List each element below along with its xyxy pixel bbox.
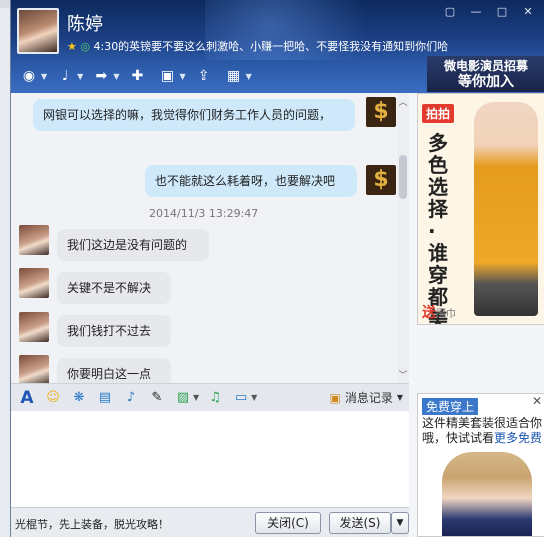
close-button[interactable]: 关闭(C) — [255, 512, 321, 534]
input-toolbar: A ☺ ❋ ▤ ♪ ✎ ▨ ▼ ♫ ▭ ▼ ▣ 消息记录 ▼ — [11, 383, 409, 411]
emoji-icon[interactable]: ☺ — [43, 388, 63, 408]
magic-emoji-icon[interactable]: ❋ — [69, 388, 89, 408]
close-icon[interactable]: ✕ — [532, 394, 542, 408]
contact-message-avatar[interactable] — [19, 225, 49, 255]
apps-icon[interactable]: ▦ — [222, 65, 246, 87]
chevron-down-icon: ▼ — [396, 393, 403, 402]
ad-footer: 送围巾 — [422, 302, 456, 322]
maximize-button[interactable]: □ — [491, 4, 513, 20]
message-text: 关键不是不解决 — [67, 281, 152, 295]
message-bubble: 关键不是不解决 — [57, 272, 171, 304]
send-file-icon[interactable]: ➡ — [89, 65, 113, 87]
chevron-down-icon[interactable]: ▼ — [179, 72, 185, 81]
online-status-icon: ◎ — [80, 40, 90, 53]
ad-brand-tag: 拍拍 — [422, 104, 455, 123]
message-bubble: 我们钱打不过去 — [57, 315, 171, 347]
ad-banner-line2: 等你加入 — [458, 74, 514, 90]
create-group-icon[interactable]: ✚ — [125, 65, 149, 87]
message-bubble: 网银可以选择的嘛，我觉得你们财务工作人员的问题， — [33, 99, 355, 131]
contact-name[interactable]: 陈婷 — [67, 10, 103, 36]
video-icon[interactable]: ▤ — [95, 388, 115, 408]
window-controls: ▢ — □ ✕ — [439, 4, 539, 20]
chat-header: 陈婷 ★ ◎ 4:30的英镑要不要这么刺激哈、小赚一把哈、不要怪我没有通知到你们… — [11, 0, 544, 93]
message-timestamp: 2014/11/3 13:29:47 — [149, 207, 259, 220]
ad2-model-image — [442, 452, 532, 536]
message-bubble: 也不能就这么耗着呀，也要解决吧 — [145, 165, 357, 197]
chat-history: 网银可以选择的嘛，我觉得你们财务工作人员的问题， $ 也不能就这么耗着呀，也要解… — [11, 93, 409, 383]
contact-message-avatar[interactable] — [19, 268, 49, 298]
screenshot-icon[interactable]: ▭ — [231, 388, 251, 408]
message-text: 你要明白这一点 — [67, 367, 152, 381]
chat-toolbar: ◉ ▼ ♩ ▼ ➡ ▼ ✚ ▣ ▼ ⇪ ▦ ▼ — [11, 62, 431, 90]
image-icon[interactable]: ▨ — [173, 388, 193, 408]
ad-footer-text: 送 — [422, 305, 436, 321]
voice-call-icon[interactable]: ♩ — [53, 65, 77, 87]
chat-scrollbar[interactable]: ︿ ﹀ — [397, 93, 409, 383]
ad-model-image — [474, 102, 538, 316]
background-window-edge — [0, 8, 10, 537]
contact-message-avatar[interactable] — [19, 355, 49, 383]
message-text: 我们这边是没有问题的 — [67, 238, 188, 252]
side-ad-panel-2[interactable]: 免费穿上 ✕ 这件精美套装很适合你哦，快试试看更多免费 — [417, 393, 544, 537]
chevron-down-icon[interactable]: ▼ — [41, 72, 47, 81]
message-input[interactable] — [11, 411, 409, 507]
music-icon[interactable]: ♫ — [205, 388, 225, 408]
minimize-button[interactable]: — — [465, 4, 487, 20]
ad-banner-line1: 微电影演员招募 — [443, 59, 528, 73]
promo-link[interactable]: 光棍节，先上装备，脱光攻略！ — [15, 516, 169, 532]
header-ad-banner[interactable]: 微电影演员招募 等你加入 — [427, 56, 544, 92]
contact-avatar[interactable] — [17, 8, 59, 54]
chevron-down-icon[interactable]: ▼ — [246, 72, 252, 81]
video-call-icon[interactable]: ◉ — [17, 65, 41, 87]
chevron-down-icon[interactable]: ▼ — [113, 72, 119, 81]
font-icon[interactable]: A — [17, 388, 37, 408]
my-avatar[interactable]: $ — [366, 97, 396, 127]
message-text: 我们钱打不过去 — [67, 324, 152, 338]
status-text: 4:30的英镑要不要这么刺激哈、小赚一把哈、不要怪我没有通知到你们哈 — [93, 40, 449, 53]
ad-footer-small: 围巾 — [436, 309, 456, 320]
contact-message-avatar[interactable] — [19, 312, 49, 342]
bottom-bar: 光棍节，先上装备，脱光攻略！ 关闭(C) 发送(S) ▼ — [11, 507, 409, 537]
message-history-button[interactable]: ▣ 消息记录 ▼ — [329, 389, 403, 406]
message-bubble: 我们这边是没有问题的 — [57, 229, 209, 261]
scrollbar-thumb[interactable] — [399, 155, 407, 199]
message-text: 也不能就这么耗着呀，也要解决吧 — [155, 174, 336, 188]
close-window-button[interactable]: ✕ — [517, 4, 539, 20]
send-button[interactable]: 发送(S) — [329, 512, 391, 534]
ad2-link[interactable]: 更多免费 — [494, 431, 542, 445]
message-text: 网银可以选择的嘛，我觉得你们财务工作人员的问题， — [43, 108, 332, 122]
star-icon: ★ — [67, 40, 77, 53]
skin-button[interactable]: ▢ — [439, 4, 461, 20]
send-options-dropdown[interactable]: ▼ — [391, 512, 409, 534]
ad2-header: 免费穿上 — [422, 398, 479, 415]
history-icon: ▣ — [329, 390, 341, 405]
my-avatar[interactable]: $ — [366, 165, 396, 195]
side-ad-panel[interactable]: 拍拍 多色选择·谁穿都美 送围巾 — [417, 93, 544, 325]
chevron-up-icon[interactable]: ︿ — [398, 95, 408, 108]
chevron-down-icon[interactable]: ▼ — [193, 393, 199, 402]
contact-status: ★ ◎ 4:30的英镑要不要这么刺激哈、小赚一把哈、不要怪我没有通知到你们哈 — [67, 38, 448, 54]
chevron-down-icon[interactable]: ▼ — [77, 72, 83, 81]
rich-text-icon[interactable]: ✎ — [147, 388, 167, 408]
voice-message-icon[interactable]: ♪ — [121, 388, 141, 408]
history-label: 消息记录 — [344, 391, 393, 405]
ad-headline: 多色选择·谁穿都美 — [428, 131, 448, 325]
message-bubble: 你要明白这一点 — [57, 358, 171, 383]
chat-window: 陈婷 ★ ◎ 4:30的英镑要不要这么刺激哈、小赚一把哈、不要怪我没有通知到你们… — [10, 0, 544, 537]
share-screen-icon[interactable]: ⇪ — [192, 65, 216, 87]
chevron-down-icon[interactable]: ▼ — [251, 393, 257, 402]
ad2-text: 这件精美套装很适合你哦，快试试看更多免费 — [422, 416, 544, 446]
remote-desktop-icon[interactable]: ▣ — [155, 65, 179, 87]
chevron-down-icon[interactable]: ﹀ — [398, 368, 408, 381]
